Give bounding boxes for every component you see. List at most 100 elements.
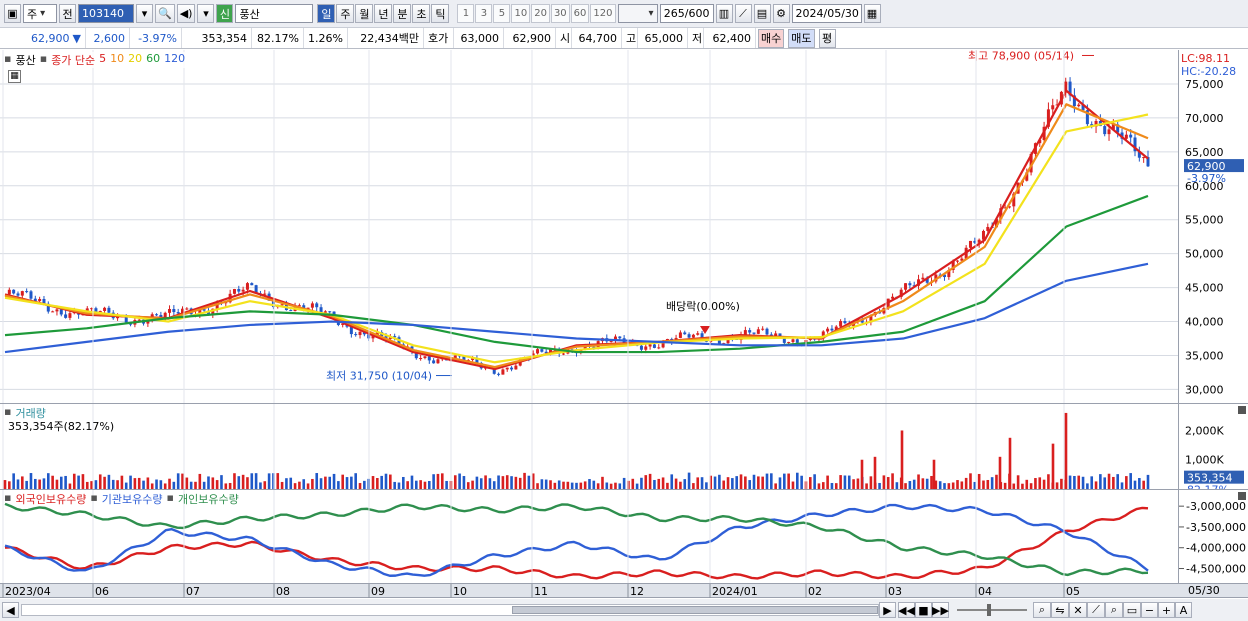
interval-button[interactable]: 1 bbox=[457, 4, 475, 23]
candle-body bbox=[968, 240, 972, 248]
price-tab[interactable]: 풍산 bbox=[15, 52, 35, 68]
dropdown-icon[interactable]: ▾ bbox=[197, 4, 215, 23]
eval-button[interactable]: 평 bbox=[818, 28, 836, 48]
volume-bar bbox=[1138, 478, 1141, 489]
zoom-handle[interactable] bbox=[987, 604, 991, 616]
high-price: 65,000 bbox=[638, 28, 688, 48]
interval-button[interactable]: 60 bbox=[570, 4, 590, 23]
zoom-icon[interactable]: ⌕ bbox=[1033, 602, 1051, 618]
sell-button[interactable]: 매도 bbox=[788, 28, 815, 48]
chart-menu-icon[interactable]: ▣ bbox=[4, 4, 21, 23]
volume-bar bbox=[215, 480, 219, 489]
scroll-right-icon[interactable]: ▶ bbox=[879, 602, 896, 618]
ma-line-10 bbox=[4, 103, 1149, 369]
search-icon[interactable]: 🔍 bbox=[155, 4, 175, 23]
interval-button[interactable]: 30 bbox=[550, 4, 570, 23]
volume-bar bbox=[666, 482, 669, 489]
candle-body bbox=[514, 365, 518, 370]
plus-icon[interactable]: + bbox=[1158, 602, 1175, 618]
period-tab[interactable]: 주 bbox=[336, 4, 355, 23]
scroll-thumb[interactable] bbox=[512, 606, 878, 614]
period-tab[interactable]: 분 bbox=[393, 4, 412, 23]
compare-icon[interactable]: ⇋ bbox=[1051, 602, 1069, 618]
volume-bar bbox=[263, 481, 267, 489]
volume-bar bbox=[813, 474, 816, 489]
ma5-legend: 5 bbox=[99, 52, 107, 65]
zoom-slider[interactable] bbox=[957, 604, 1027, 616]
market-select[interactable]: 주 ▾ bbox=[23, 4, 57, 23]
candle-body bbox=[761, 328, 765, 330]
code-dropdown-button[interactable]: ▾ bbox=[136, 4, 153, 23]
high-label: 고 bbox=[622, 28, 638, 48]
candle-body bbox=[683, 332, 687, 335]
period-tab[interactable]: 년 bbox=[374, 4, 393, 23]
foreign-legend: 외국인보유수량 bbox=[15, 493, 87, 506]
volume-bar bbox=[501, 476, 505, 489]
pane-close-icon[interactable] bbox=[1238, 492, 1246, 500]
font-size-icon[interactable]: A bbox=[1175, 602, 1192, 618]
custom-interval-field[interactable]: ▾ bbox=[617, 4, 658, 23]
candle-body bbox=[756, 329, 760, 334]
volume-axis: 1,000K2,000K353,35482.17% bbox=[1178, 404, 1248, 497]
stop-icon[interactable]: ■ bbox=[915, 602, 932, 618]
prev-button[interactable]: 전 bbox=[59, 4, 76, 23]
volume-bar bbox=[1116, 474, 1119, 489]
candle-body bbox=[843, 321, 847, 324]
volume-bar bbox=[1038, 477, 1042, 489]
volume-bar bbox=[458, 473, 461, 489]
volume-bar bbox=[847, 475, 851, 489]
interval-button[interactable]: 120 bbox=[590, 4, 616, 23]
minus-icon[interactable]: − bbox=[1141, 602, 1158, 618]
calendar-icon[interactable]: ▦ bbox=[863, 4, 881, 23]
interval-button[interactable]: 3 bbox=[475, 4, 493, 23]
buy-button[interactable]: 매수 bbox=[758, 28, 785, 48]
volume-bar bbox=[276, 473, 280, 489]
candle-body bbox=[1103, 126, 1107, 135]
date-field[interactable]: 2024/05/30 bbox=[791, 4, 862, 23]
x-tick-label: 10 bbox=[453, 585, 467, 598]
volume-bar bbox=[752, 474, 756, 489]
volume-tick-label: 1,000K bbox=[1185, 454, 1224, 467]
period-tabs: 일 주 월 년 분 초 틱 bbox=[317, 4, 450, 23]
period-tab[interactable]: 초 bbox=[412, 4, 431, 23]
gear-icon[interactable]: ⚙ bbox=[772, 4, 790, 23]
candle-type-icon[interactable]: ▥ bbox=[715, 4, 733, 23]
rewind-icon[interactable]: ◀◀ bbox=[898, 602, 915, 618]
price-chart[interactable]: 최고 78,900 (05/14) 최저 31,750 (10/04) 배당락(0.… bbox=[0, 50, 1178, 403]
interval-button[interactable]: 5 bbox=[493, 4, 511, 23]
volume-bar bbox=[423, 481, 427, 489]
code-input[interactable]: 103140 bbox=[78, 4, 134, 23]
cross-icon[interactable]: ✕ bbox=[1069, 602, 1087, 618]
period-tab[interactable]: 틱 bbox=[431, 4, 450, 23]
grid-table-icon[interactable]: ▦ bbox=[8, 70, 21, 83]
ma-line-5 bbox=[4, 89, 1149, 371]
capture-icon[interactable]: ▭ bbox=[1123, 602, 1141, 618]
fast-forward-icon[interactable]: ▶▶ bbox=[932, 602, 949, 618]
pane-bullet-icon: ▪ bbox=[166, 491, 174, 504]
save-icon[interactable]: ▤ bbox=[753, 4, 771, 23]
candle-body bbox=[687, 334, 691, 338]
drawing-icon[interactable]: ⟋ bbox=[734, 4, 752, 23]
volume-bar bbox=[930, 475, 933, 489]
scroll-track[interactable] bbox=[21, 604, 879, 616]
volume-chart[interactable] bbox=[0, 404, 1178, 489]
candle-body bbox=[795, 339, 799, 343]
interval-button[interactable]: 10 bbox=[511, 4, 531, 23]
stock-name-field[interactable]: 풍산 bbox=[235, 4, 314, 23]
price-tick-label: 40,000 bbox=[1185, 316, 1224, 329]
magnifier-icon[interactable]: ⌕ bbox=[1105, 602, 1123, 618]
interval-button[interactable]: 20 bbox=[531, 4, 550, 23]
volume-bar bbox=[869, 476, 873, 489]
volume-bar bbox=[85, 481, 89, 489]
candle-body bbox=[904, 283, 908, 290]
scroll-left-icon[interactable]: ◀ bbox=[2, 602, 19, 618]
speaker-icon[interactable]: ◀) bbox=[176, 4, 196, 23]
trend-icon[interactable]: ⟋ bbox=[1087, 602, 1105, 618]
volume-bar bbox=[397, 482, 401, 489]
candle-body bbox=[505, 367, 509, 370]
period-tab[interactable]: 일 bbox=[317, 4, 336, 23]
volume-bar bbox=[1042, 479, 1046, 489]
count-field[interactable]: 265/600 bbox=[659, 4, 714, 23]
pane-close-icon[interactable] bbox=[1238, 406, 1246, 414]
period-tab[interactable]: 월 bbox=[355, 4, 374, 23]
